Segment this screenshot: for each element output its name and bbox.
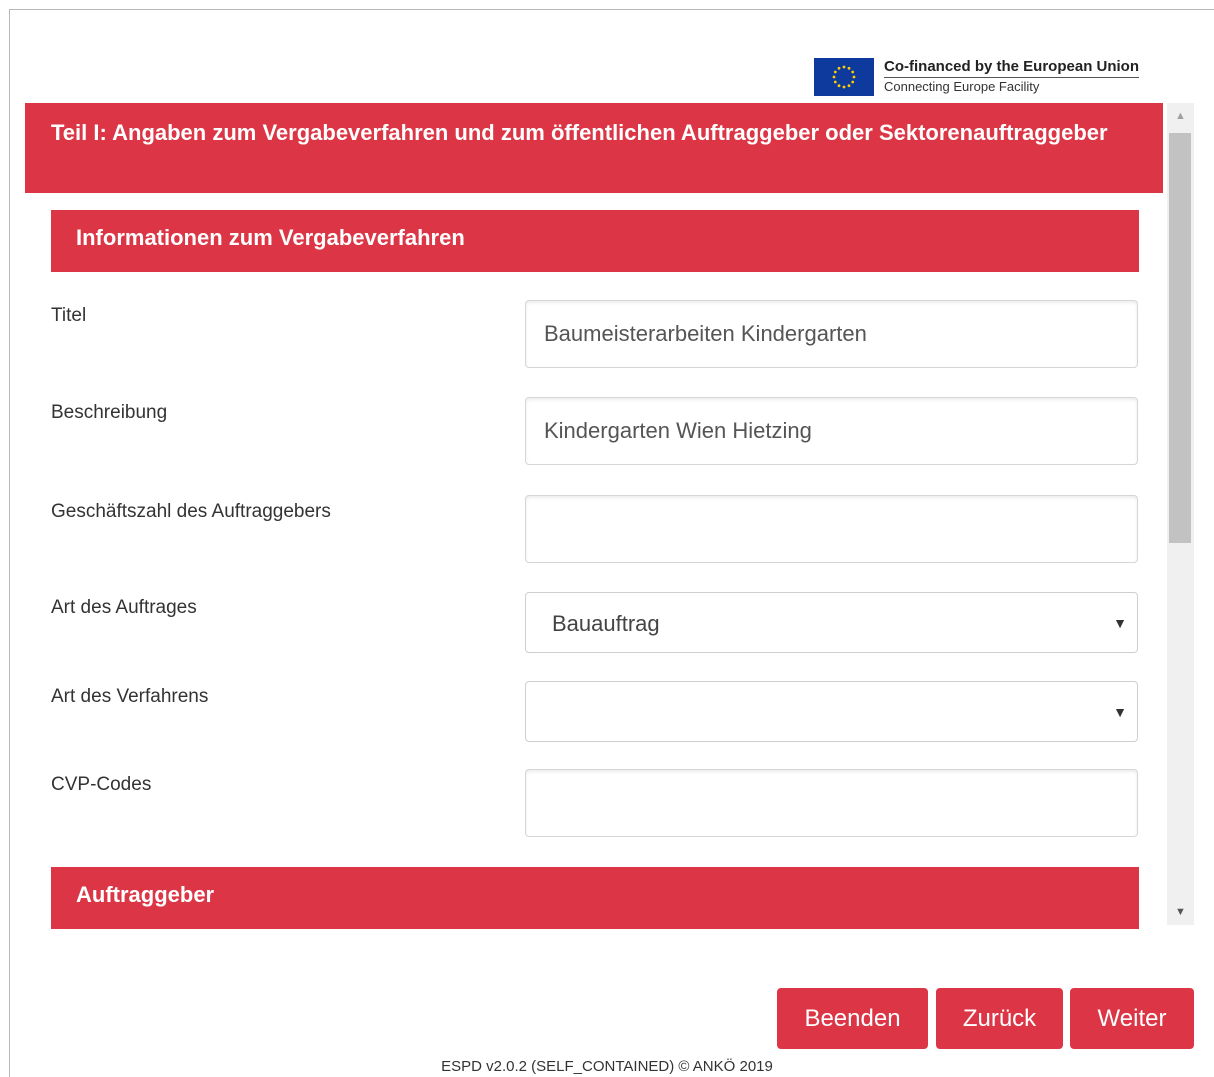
section-header-contracting-authority: Auftraggeber: [51, 867, 1139, 929]
part-one-header: Teil I: Angaben zum Vergabeverfahren und…: [25, 103, 1163, 193]
scroll-up-arrow-icon[interactable]: ▲: [1167, 103, 1194, 129]
eu-cofinancing-badge: Co-financed by the European Union Connec…: [814, 58, 1140, 98]
beenden-button[interactable]: Beenden: [777, 988, 928, 1049]
section-header-procedure: Informationen zum Vergabeverfahren: [51, 210, 1139, 272]
art-verfahren-label: Art des Verfahrens: [51, 686, 209, 707]
chevron-down-icon: ▼: [1113, 704, 1127, 720]
beschreibung-input[interactable]: [525, 397, 1138, 465]
eu-badge-title: Co-financed by the European Union: [884, 58, 1140, 75]
form-scroll-area[interactable]: Teil I: Angaben zum Vergabeverfahren und…: [25, 103, 1195, 933]
geschaeftszahl-label: Geschäftszahl des Auftraggebers: [51, 501, 331, 522]
eu-flag-icon: [814, 58, 874, 96]
cvp-codes-input[interactable]: [525, 769, 1138, 837]
scroll-down-arrow-icon[interactable]: ▼: [1167, 899, 1194, 925]
vertical-scrollbar[interactable]: ▲ ▼: [1167, 103, 1194, 925]
cvp-codes-label: CVP-Codes: [51, 774, 152, 795]
art-auftrag-label: Art des Auftrages: [51, 597, 197, 618]
titel-input[interactable]: [525, 300, 1138, 368]
art-auftrag-value: Bauauftrag: [552, 611, 660, 636]
titel-label: Titel: [51, 305, 87, 326]
footer-copyright: ESPD v2.0.2 (SELF_CONTAINED) © ANKÖ 2019: [441, 1058, 773, 1075]
scrollbar-thumb[interactable]: [1169, 133, 1191, 543]
eu-badge-subtitle: Connecting Europe Facility: [884, 77, 1140, 95]
art-verfahren-select[interactable]: ▼: [525, 681, 1138, 742]
geschaeftszahl-input[interactable]: [525, 495, 1138, 563]
chevron-down-icon: ▼: [1113, 615, 1127, 631]
beschreibung-label: Beschreibung: [51, 402, 168, 423]
zurueck-button[interactable]: Zurück: [936, 988, 1063, 1049]
art-auftrag-select[interactable]: Bauauftrag ▼: [525, 592, 1138, 653]
weiter-button[interactable]: Weiter: [1070, 988, 1194, 1049]
